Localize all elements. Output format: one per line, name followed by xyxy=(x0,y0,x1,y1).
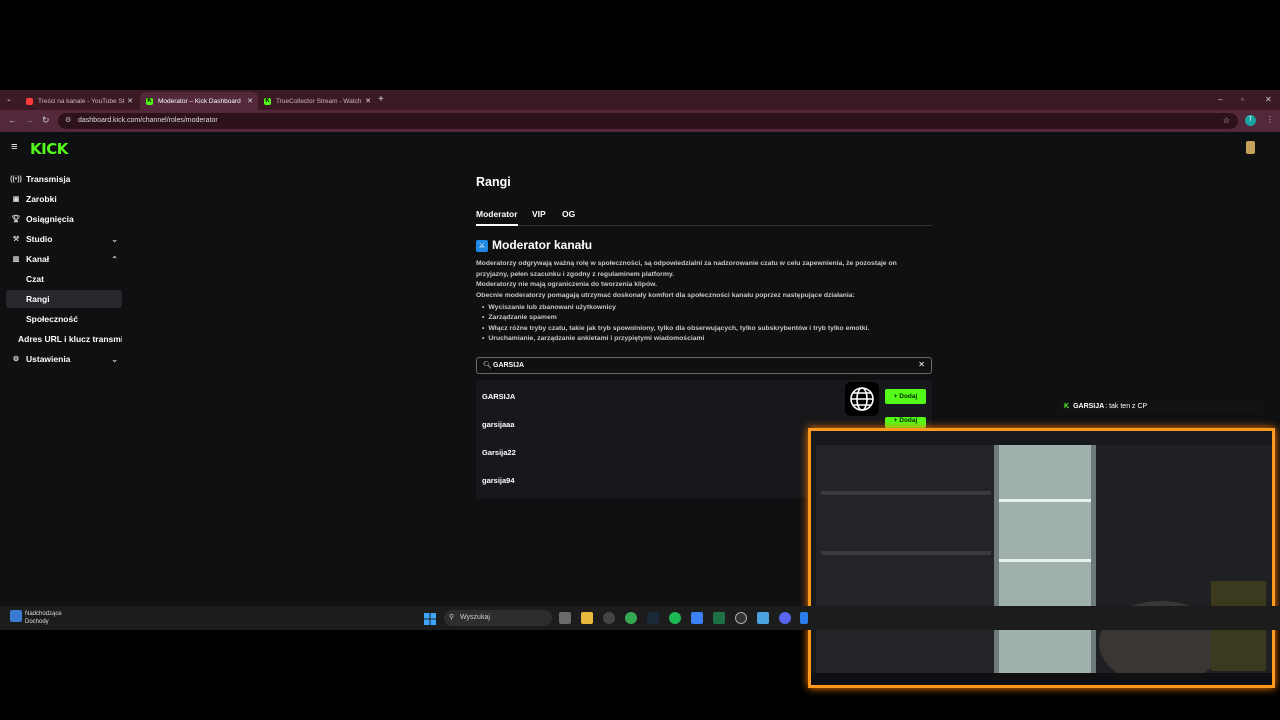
section-title: Moderator kanału xyxy=(492,238,593,252)
active-tab-indicator xyxy=(476,224,518,226)
clear-search-icon[interactable]: ✕ xyxy=(918,360,925,369)
spotify-icon[interactable] xyxy=(669,612,681,624)
app-icon[interactable] xyxy=(691,612,703,624)
minimize-icon[interactable]: – xyxy=(1218,95,1222,104)
result-username[interactable]: garsija94 xyxy=(482,476,515,485)
permission-bullet: Włącz różne tryby czatu, takie jak tryb … xyxy=(482,325,869,332)
address-bar[interactable]: ⚙ dashboard.kick.com/channel/roles/moder… xyxy=(58,113,1238,129)
kick-favicon-icon: K xyxy=(264,97,271,105)
chat-message-overlay: K GARSIJA : tak ten z CP xyxy=(1060,399,1262,413)
sidebar-item-zarobki[interactable]: ▣ Zarobki xyxy=(10,190,122,208)
sidebar-item-transmisja[interactable]: ((•)) Transmisja xyxy=(10,170,122,188)
close-tab-icon[interactable]: ✕ xyxy=(363,97,373,105)
sidebar-item-studio[interactable]: ⚒ Studio ⌄ xyxy=(10,230,122,248)
weather-widget[interactable]: Nadchodzące Dochody xyxy=(25,610,62,626)
youtube-favicon-icon xyxy=(26,97,33,105)
profile-avatar[interactable]: T xyxy=(1245,115,1256,126)
result-username[interactable]: Garsija22 xyxy=(482,448,516,457)
app-icon[interactable] xyxy=(757,612,769,624)
excel-icon[interactable] xyxy=(713,612,725,624)
kick-favicon-icon: K xyxy=(146,97,153,105)
description-line: Moderatorzy nie mają ograniczenia do two… xyxy=(476,281,658,288)
chevron-down-icon: ⌄ xyxy=(111,354,118,364)
hamburger-menu-icon[interactable]: ≡ xyxy=(11,141,17,153)
browser-tab-youtube[interactable]: Treści na kanale - YouTube Studio ✕ xyxy=(20,92,138,110)
description-line: przyjazny, pełen szacunku i zgodny z reg… xyxy=(476,270,675,278)
obs-icon[interactable] xyxy=(735,612,747,624)
weather-widget-icon[interactable] xyxy=(10,610,22,622)
tab-moderator[interactable]: Moderator xyxy=(476,209,518,219)
browser-tab-truecollector[interactable]: K TrueCollector Stream - Watch Live ✕ xyxy=(258,92,376,110)
site-info-icon[interactable]: ⚙ xyxy=(65,113,71,129)
sidebar-item-spolecznosc[interactable]: Społeczność xyxy=(6,310,122,328)
result-username[interactable]: GARSIJA xyxy=(482,392,515,401)
forward-icon[interactable]: → xyxy=(25,115,34,125)
close-tab-icon[interactable]: ✕ xyxy=(125,97,135,105)
permission-bullet: Wyciszanie lub zbanowani użytkownicy xyxy=(482,304,616,311)
reload-icon[interactable]: ↻ xyxy=(42,115,50,126)
globe-icon xyxy=(845,382,879,416)
sidebar-item-rangi[interactable]: Rangi xyxy=(6,290,122,308)
permission-bullet: Zarządzanie spamem xyxy=(482,314,556,321)
kick-logo-icon: K xyxy=(1064,402,1070,410)
sidebar-item-czat[interactable]: Czat xyxy=(6,270,122,288)
webcam-overlay xyxy=(808,428,1275,688)
tab-divider xyxy=(476,225,932,226)
chevron-up-icon: ⌃ xyxy=(111,254,118,264)
sidebar-item-ustawienia[interactable]: ⚙ Ustawienia ⌄ xyxy=(10,350,122,368)
studio-icon: ⚒ xyxy=(12,236,20,243)
add-moderator-button[interactable]: + Dodaj xyxy=(885,417,926,428)
permission-bullet: Uruchamianie, zarządzanie ankietami i pr… xyxy=(482,335,704,342)
taskbar-search[interactable]: ⚲ Wyszukaj xyxy=(444,610,552,626)
description-line: Obecnie moderatorzy pomagają utrzymać do… xyxy=(476,291,855,299)
webcam-feed-image xyxy=(811,431,1272,685)
channel-icon: ▥ xyxy=(12,256,20,263)
back-icon[interactable]: ← xyxy=(8,115,17,125)
browser-tab-kick-dashboard[interactable]: K Moderator – Kick Dashboard ✕ xyxy=(140,92,258,110)
sidebar-item-osiagniecia[interactable]: 🏆︎ Osiągnięcia xyxy=(10,210,122,228)
bookmark-star-icon[interactable]: ☆ xyxy=(1223,113,1230,129)
windows-taskbar xyxy=(0,606,1280,630)
browser-menu-icon[interactable]: ⋮ xyxy=(1266,115,1274,124)
add-moderator-button[interactable]: + Dodaj xyxy=(885,389,926,404)
new-tab-button[interactable]: + xyxy=(378,94,384,105)
tab-og[interactable]: OG xyxy=(562,209,575,219)
page-title: Rangi xyxy=(476,175,511,189)
kick-logo[interactable]: KICK xyxy=(30,140,68,158)
user-search-box: 🔍︎ ✕ xyxy=(476,357,932,374)
windows-start-icon[interactable] xyxy=(424,612,436,625)
search-icon: ⚲ xyxy=(449,614,455,621)
window-close-icon[interactable]: ✕ xyxy=(1265,95,1272,104)
search-icon: 🔍︎ xyxy=(483,362,492,369)
maximize-icon[interactable]: ▫ xyxy=(1241,95,1244,104)
description-line: Moderatorzy odgrywają ważną rolę w społe… xyxy=(476,260,897,267)
tab-vip[interactable]: VIP xyxy=(532,209,546,219)
discord-icon[interactable] xyxy=(779,612,791,624)
user-search-input[interactable] xyxy=(493,359,893,372)
app-icon[interactable] xyxy=(800,612,808,624)
steam-icon[interactable] xyxy=(647,612,659,624)
file-explorer-icon[interactable] xyxy=(581,612,593,624)
tab-list-chevron-icon[interactable]: ⌄ xyxy=(6,95,12,103)
app-icon[interactable] xyxy=(603,612,615,624)
sidebar-item-stream-url-key[interactable]: Adres URL i klucz transmisji xyxy=(6,330,122,348)
chevron-down-icon: ⌄ xyxy=(111,234,118,244)
broadcast-icon: ((•)) xyxy=(10,175,22,183)
earnings-icon: ▣ xyxy=(12,196,20,203)
extension-icon[interactable] xyxy=(1246,141,1255,154)
trophy-icon: 🏆︎ xyxy=(11,216,21,223)
task-view-icon[interactable] xyxy=(559,612,571,624)
close-tab-icon[interactable]: ✕ xyxy=(245,97,255,105)
chrome-icon[interactable] xyxy=(625,612,637,624)
result-username[interactable]: garsijaaa xyxy=(482,420,515,429)
moderator-sword-icon: ⚔ xyxy=(476,240,488,252)
sidebar-item-kanal[interactable]: ▥ Kanał ⌃ xyxy=(10,250,122,268)
gear-icon: ⚙ xyxy=(12,356,20,363)
